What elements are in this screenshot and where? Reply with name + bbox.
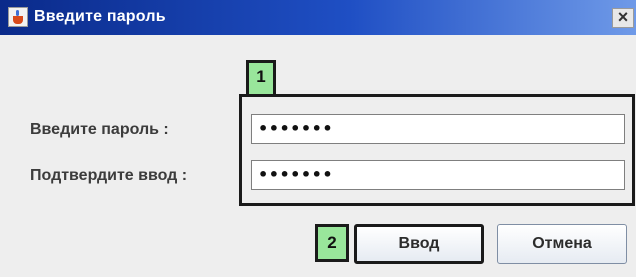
java-cup-icon	[8, 7, 28, 27]
submit-button[interactable]: Ввод	[354, 224, 484, 264]
window-title: Введите пароль	[34, 8, 166, 25]
close-icon[interactable]: ×	[612, 8, 634, 28]
confirm-password-field[interactable]: •••••••	[251, 160, 625, 190]
callout-marker-2: 2	[315, 224, 349, 262]
password-field[interactable]: •••••••	[251, 114, 625, 144]
title-bar[interactable]: Введите пароль ×	[0, 0, 636, 35]
callout-marker-1: 1	[246, 60, 276, 94]
confirm-password-label: Подтвердите ввод :	[30, 167, 188, 184]
cancel-button[interactable]: Отмена	[497, 224, 627, 264]
password-dialog: Введите пароль × Введите пароль : Подтве…	[0, 0, 636, 277]
java-cup-shape	[13, 16, 23, 24]
password-label: Введите пароль :	[30, 121, 169, 138]
